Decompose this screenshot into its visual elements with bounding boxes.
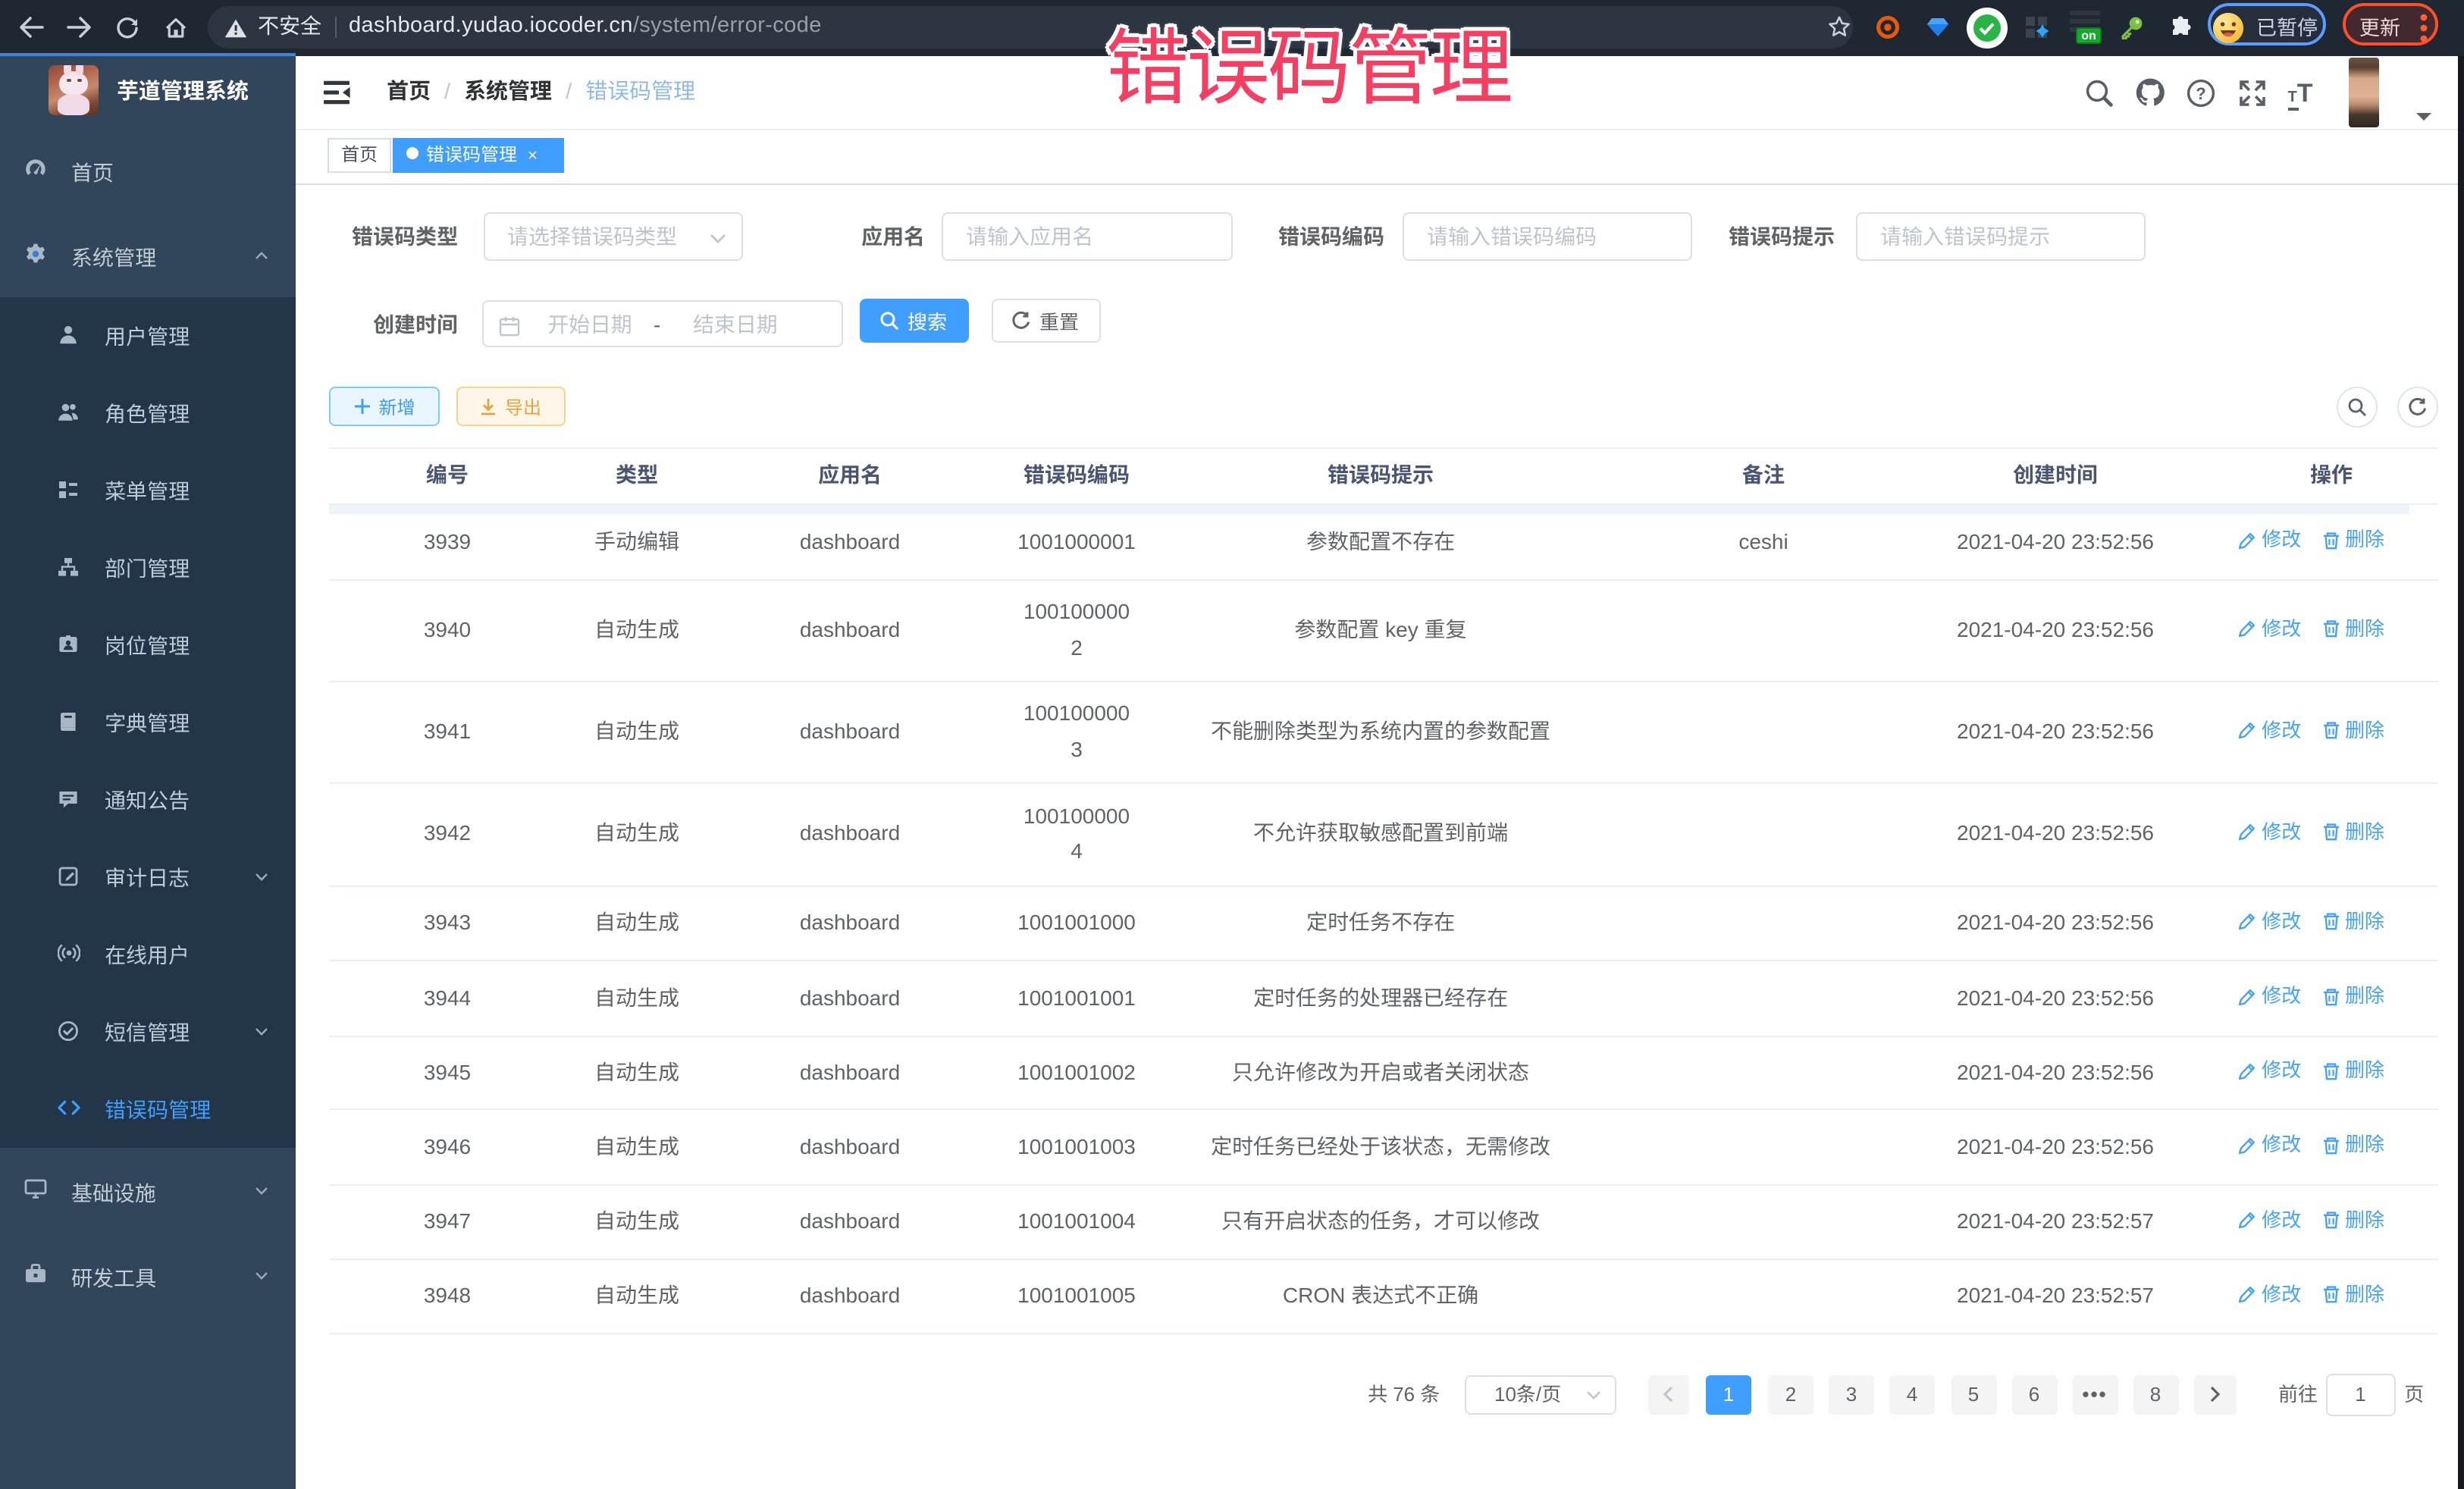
- svg-text:?: ?: [2195, 83, 2205, 102]
